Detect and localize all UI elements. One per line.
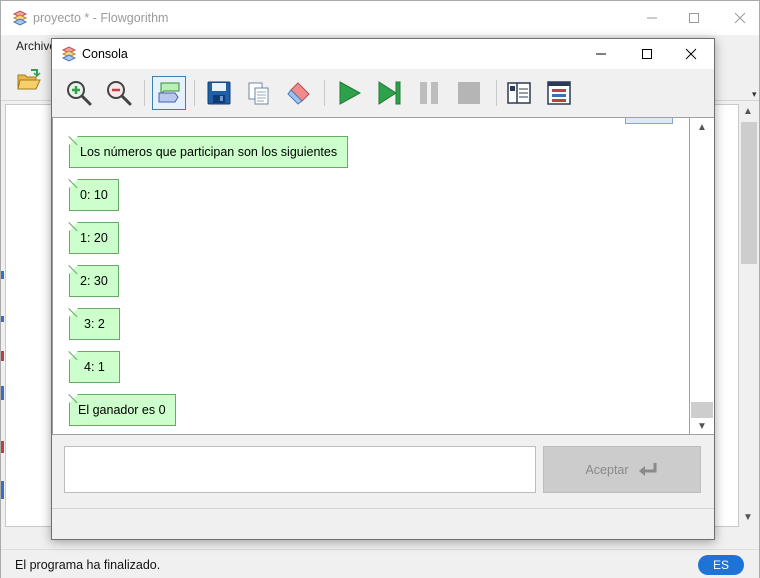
main-vertical-scrollbar[interactable]: ▲ ▼ bbox=[739, 104, 759, 527]
layout-variables-icon bbox=[547, 81, 571, 105]
console-input-row: Aceptar bbox=[52, 436, 714, 506]
output-message: 0: 10 bbox=[69, 179, 119, 211]
layout-split-icon bbox=[507, 82, 531, 104]
output-message: 3: 2 bbox=[69, 308, 120, 340]
toolbar-separator bbox=[194, 80, 195, 106]
maximize-icon bbox=[642, 49, 652, 59]
console-title: Consola bbox=[82, 47, 128, 61]
copy-button[interactable] bbox=[242, 76, 276, 110]
zoom-out-button[interactable] bbox=[102, 76, 136, 110]
flowgorithm-logo-icon bbox=[61, 46, 77, 62]
console-window: Consola Los números que participan son l… bbox=[51, 38, 715, 540]
step-button[interactable] bbox=[372, 76, 406, 110]
toolbar-separator bbox=[324, 80, 325, 106]
console-bottom-divider bbox=[52, 508, 714, 509]
step-icon bbox=[378, 81, 401, 105]
run-icon bbox=[339, 81, 362, 105]
main-minimize-button[interactable] bbox=[629, 1, 675, 35]
scroll-down-icon[interactable]: ▼ bbox=[743, 512, 753, 523]
output-message: 2: 30 bbox=[69, 265, 119, 297]
layout-variables-button[interactable] bbox=[542, 76, 576, 110]
main-maximize-button[interactable] bbox=[671, 1, 717, 35]
partial-message-bubble bbox=[625, 118, 673, 124]
toolbar-separator bbox=[144, 80, 145, 106]
layout-split-button[interactable] bbox=[502, 76, 536, 110]
zoom-in-icon bbox=[67, 81, 92, 106]
run-button[interactable] bbox=[332, 76, 366, 110]
minimize-icon bbox=[596, 53, 606, 55]
language-badge[interactable]: ES bbox=[698, 555, 744, 575]
output-vertical-scrollbar[interactable]: ▲ ▼ bbox=[690, 117, 714, 435]
console-maximize-button[interactable] bbox=[624, 39, 670, 69]
maximize-icon bbox=[689, 13, 699, 23]
main-window-title: proyecto * - Flowgorithm bbox=[33, 11, 169, 25]
main-close-button[interactable] bbox=[717, 1, 760, 35]
enter-arrow-icon bbox=[638, 462, 657, 476]
output-message: Los números que participan son los sigui… bbox=[69, 136, 349, 168]
accept-button-label: Aceptar bbox=[585, 462, 629, 477]
console-minimize-button[interactable] bbox=[578, 39, 624, 69]
accept-button[interactable]: Aceptar bbox=[543, 446, 701, 493]
open-folder-icon[interactable] bbox=[16, 68, 42, 92]
copy-icon bbox=[248, 82, 269, 105]
close-icon bbox=[685, 48, 697, 60]
console-input-field[interactable] bbox=[64, 446, 536, 493]
menu-file[interactable]: Archivo bbox=[16, 39, 56, 53]
scroll-down-icon[interactable]: ▼ bbox=[697, 421, 707, 432]
clear-button[interactable] bbox=[282, 76, 316, 110]
main-statusbar: El programa ha finalizado. ES bbox=[1, 549, 759, 578]
status-text: El programa ha finalizado. bbox=[15, 558, 161, 572]
output-scroll-thumb[interactable] bbox=[691, 402, 713, 418]
toolbar-overflow-chevron-icon[interactable]: ▾ bbox=[752, 89, 757, 100]
stop-icon bbox=[458, 82, 480, 104]
minimize-icon bbox=[647, 17, 657, 19]
chat-view-toggle[interactable] bbox=[152, 76, 186, 110]
chat-view-icon bbox=[158, 82, 180, 103]
pause-button[interactable] bbox=[412, 76, 446, 110]
main-scroll-thumb[interactable] bbox=[741, 122, 757, 264]
zoom-out-icon bbox=[107, 81, 132, 106]
console-output[interactable]: Los números que participan son los sigui… bbox=[52, 117, 690, 435]
pause-icon bbox=[420, 82, 438, 104]
save-icon bbox=[207, 81, 231, 105]
scroll-up-icon[interactable]: ▲ bbox=[743, 106, 753, 117]
eraser-icon bbox=[287, 82, 310, 105]
console-close-button[interactable] bbox=[668, 39, 714, 69]
console-toolbar bbox=[52, 70, 714, 116]
zoom-in-button[interactable] bbox=[62, 76, 96, 110]
output-message: 1: 20 bbox=[69, 222, 119, 254]
toolbar-separator bbox=[496, 80, 497, 106]
scroll-up-icon[interactable]: ▲ bbox=[697, 122, 707, 133]
console-titlebar: Consola bbox=[52, 39, 714, 69]
flowgorithm-logo-icon bbox=[12, 10, 28, 26]
output-message: 4: 1 bbox=[69, 351, 120, 383]
save-button[interactable] bbox=[202, 76, 236, 110]
stop-button[interactable] bbox=[452, 76, 486, 110]
output-message: El ganador es 0 bbox=[69, 394, 176, 426]
main-titlebar: proyecto * - Flowgorithm bbox=[1, 1, 759, 35]
close-icon bbox=[734, 12, 746, 24]
